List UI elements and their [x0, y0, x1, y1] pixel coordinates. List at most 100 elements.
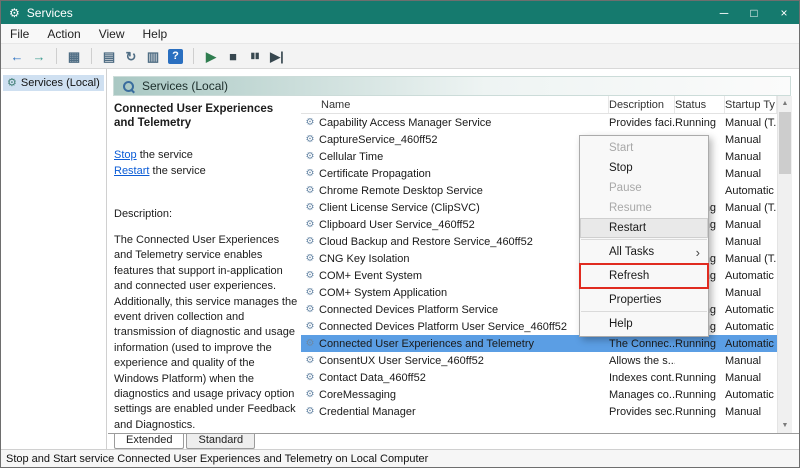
scrollbar-thumb[interactable] [779, 112, 791, 174]
toolbar: ← → ▦ ▤ ↻ ▥? ▶ ■ ▮▮ ▶| [1, 44, 799, 69]
cell-description: Provides sec... [609, 405, 675, 418]
tree-item-services-local[interactable]: ⚙ Services (Local) [3, 75, 104, 91]
service-gear-icon: ⚙ [305, 202, 315, 213]
service-gear-icon: ⚙ [305, 406, 315, 417]
cell-name: Capability Access Manager Service [319, 116, 492, 129]
cell-startup: Manual (T... [725, 252, 777, 265]
console-tree-panel: ⚙ Services (Local) [1, 69, 107, 449]
start-service-icon[interactable]: ▶ [200, 46, 222, 66]
service-gear-icon: ⚙ [305, 287, 315, 298]
service-action-links: Stop the service Restart the service [114, 147, 302, 179]
context-menu-item-properties[interactable]: Properties [580, 290, 708, 310]
menu-action[interactable]: Action [38, 27, 89, 41]
cell-startup: Manual [725, 167, 762, 180]
table-row[interactable]: ⚙ Connected User Experiences and Telemetr… [301, 335, 777, 352]
tab-standard[interactable]: Standard [186, 434, 256, 449]
properties-icon[interactable]: ▤ [98, 46, 120, 66]
context-menu-label: Refresh [609, 270, 650, 282]
window-controls: ─ □ × [709, 1, 799, 24]
menu-view[interactable]: View [90, 27, 134, 41]
cell-description: Allows the s... [609, 354, 675, 367]
maximize-button[interactable]: □ [739, 1, 769, 24]
cell-description: Manages co... [609, 388, 675, 401]
menu-help[interactable]: Help [134, 27, 177, 41]
column-header-description[interactable]: Description [609, 96, 675, 113]
cell-startup: Manual (T... [725, 201, 777, 214]
tab-extended[interactable]: Extended [114, 434, 185, 449]
service-gear-icon: ⚙ [305, 389, 315, 400]
cell-startup: Automatic [725, 388, 774, 401]
service-gear-icon: ⚙ [305, 151, 315, 162]
context-menu-label: Help [609, 318, 633, 330]
column-header-name[interactable]: Name [301, 96, 609, 113]
context-menu-item-all-tasks[interactable]: All Tasks › [580, 242, 708, 262]
scroll-up-icon[interactable]: ▲ [778, 96, 792, 111]
cell-name: Cloud Backup and Restore Service_460ff52 [319, 235, 533, 248]
table-row[interactable]: ⚙ ConsentUX User Service_460ff52 Allows th… [301, 352, 777, 369]
pause-service-icon[interactable]: ▮▮ [244, 46, 266, 66]
description-text: The Connected User Experiences and Telem… [114, 234, 298, 431]
table-row[interactable]: ⚙ Credential Manager Provides sec... Runnin… [301, 403, 777, 420]
forward-icon[interactable]: → [28, 46, 50, 66]
close-button[interactable]: × [769, 1, 799, 24]
selected-service-title: Connected User Experiences and Telemetry [114, 103, 274, 129]
minimize-button[interactable]: ─ [709, 1, 739, 24]
services-node-icon: ⚙ [7, 76, 17, 89]
cell-status: Running [675, 388, 716, 401]
context-menu-separator [581, 263, 707, 264]
table-row[interactable]: ⚙ CoreMessaging Manages co... Running Automa… [301, 386, 777, 403]
cell-startup: Manual [725, 371, 762, 384]
context-menu-item-stop[interactable]: Stop [580, 158, 708, 178]
toolbar-separator [193, 48, 194, 64]
submenu-arrow-icon: › [695, 244, 700, 260]
cell-status: Running [675, 371, 716, 384]
table-row[interactable]: ⚙ Contact Data_460ff52 Indexes cont... Runn… [301, 369, 777, 386]
help-icon[interactable]: ? [168, 48, 183, 64]
status-bar: Stop and Start service Connected User Ex… [1, 449, 799, 467]
cell-description: The Connec... [609, 337, 675, 350]
back-icon[interactable]: ← [6, 46, 28, 66]
cell-startup: Automatic [725, 269, 774, 282]
column-header-status[interactable]: Status [675, 96, 725, 113]
cell-startup: Manual [725, 286, 762, 299]
scroll-down-icon[interactable]: ▼ [778, 418, 792, 433]
service-gear-icon: ⚙ [305, 253, 315, 264]
export-list-icon[interactable]: ▥ [142, 46, 164, 66]
cell-startup: Automatic [725, 320, 774, 333]
service-gear-icon: ⚙ [305, 219, 315, 230]
service-gear-icon: ⚙ [305, 304, 315, 315]
cell-name: Credential Manager [319, 405, 416, 418]
context-menu-item-help[interactable]: Help [580, 314, 708, 334]
stop-service-icon[interactable]: ■ [222, 46, 244, 66]
cell-startup: Automatic [725, 184, 774, 197]
stop-service-line: Stop the service [114, 147, 302, 163]
restart-service-link[interactable]: Restart [114, 165, 149, 177]
cell-startup: Automatic [725, 303, 774, 316]
description-label: Description: [114, 208, 173, 220]
context-menu-label: Properties [609, 294, 662, 306]
cell-startup: Automatic [725, 337, 774, 350]
context-menu-item-refresh[interactable]: Refresh [579, 263, 709, 289]
magnifier-icon [122, 80, 135, 93]
service-gear-icon: ⚙ [305, 321, 315, 332]
cell-status: Running [675, 116, 716, 129]
show-console-tree-icon[interactable]: ▦ [63, 46, 85, 66]
restart-service-icon[interactable]: ▶| [266, 46, 288, 66]
context-menu-item-restart[interactable]: Restart [580, 218, 708, 238]
vertical-scrollbar[interactable]: ▲ ▼ [777, 96, 792, 433]
cell-name: COM+ System Application [319, 286, 448, 299]
context-menu-item-resume: Resume [580, 198, 708, 218]
stop-service-link[interactable]: Stop [114, 149, 137, 161]
toolbar-separator [91, 48, 92, 64]
column-header-startup-type[interactable]: Startup Ty [725, 96, 777, 113]
cell-name: Connected Devices Platform Service [319, 303, 499, 316]
table-row[interactable]: ⚙ Capability Access Manager Service Provid… [301, 114, 777, 131]
cell-startup: Manual [725, 133, 762, 146]
cell-startup: Manual [725, 218, 762, 231]
cell-startup: Manual [725, 150, 762, 163]
cell-name: CaptureService_460ff52 [319, 133, 438, 146]
refresh-icon[interactable]: ↻ [120, 46, 142, 66]
context-menu-label: Restart [609, 222, 647, 234]
tree-item-label: Services (Local) [20, 77, 100, 89]
menu-file[interactable]: File [1, 27, 38, 41]
